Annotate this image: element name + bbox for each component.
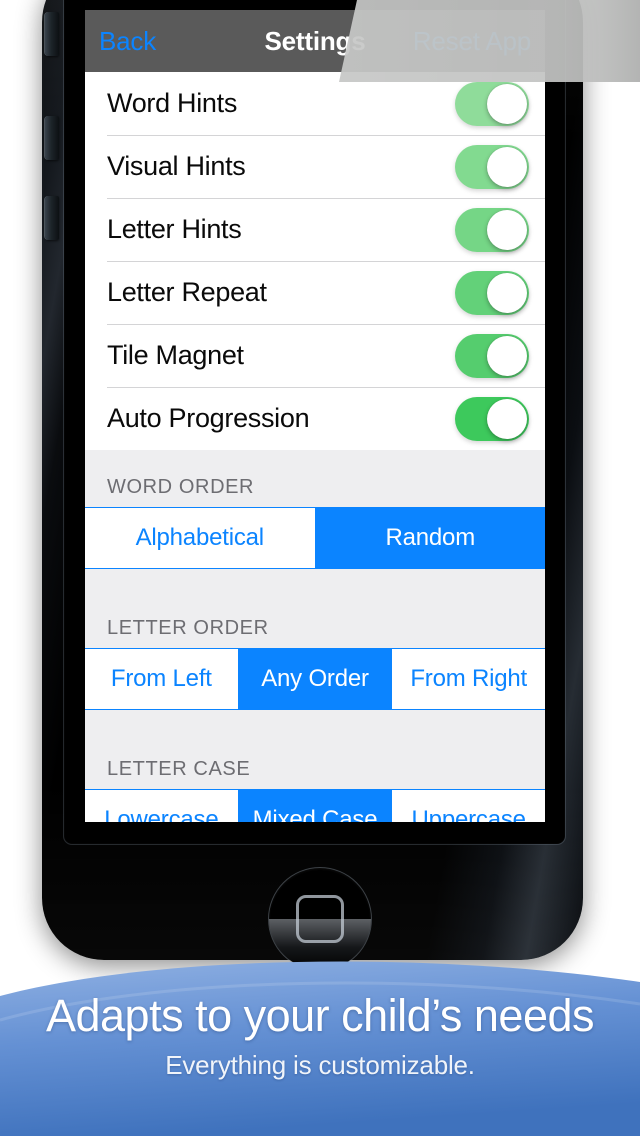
settings-row[interactable]: Auto Progression [85, 387, 545, 450]
home-button[interactable] [269, 868, 371, 970]
settings-row-label: Tile Magnet [107, 340, 244, 370]
settings-row[interactable]: Visual Hints [85, 135, 545, 198]
banner-subhead: Everything is customizable. [165, 1050, 475, 1080]
reset-app-button[interactable]: Reset App [413, 26, 531, 57]
segmented-control[interactable]: Alphabetical Random [85, 507, 545, 569]
segment-option[interactable]: Any Order [238, 649, 393, 709]
segmented-control[interactable]: Lowercase Mixed Case Uppercase [85, 789, 545, 822]
toggle-knob [487, 398, 527, 439]
banner-headline: Adapts to your child’s needs [45, 990, 595, 1041]
toggle-knob [487, 335, 527, 376]
segment-option[interactable]: Alphabetical [85, 508, 316, 568]
settings-toggle-list: Word Hints Visual Hints Letter Hints Letter… [85, 72, 545, 450]
segment-option[interactable]: Mixed Case [238, 790, 393, 822]
marketing-banner: Adapts to your child’s needs Everything … [0, 960, 640, 1136]
phone-screen: Back Settings Reset App Word Hints Visual… [85, 10, 545, 822]
settings-row-label: Word Hints [107, 88, 238, 118]
settings-row[interactable]: Letter Hints [85, 198, 545, 261]
segment-option[interactable]: Uppercase [392, 790, 545, 822]
section-header: WORD ORDER [85, 450, 545, 507]
settings-row[interactable]: Word Hints [85, 72, 545, 135]
toggle-switch[interactable] [455, 396, 529, 441]
segment-option[interactable]: From Left [85, 649, 239, 709]
banner-wave-shape [0, 961, 640, 1136]
settings-row[interactable]: Tile Magnet [85, 324, 545, 387]
segmented-control[interactable]: From Left Any Order From Right [85, 648, 545, 710]
toggle-knob [487, 83, 527, 124]
settings-row-label: Letter Hints [107, 214, 242, 244]
segmented-control-wrapper: Lowercase Mixed Case Uppercase [85, 789, 545, 822]
segmented-control-wrapper: From Left Any Order From Right [85, 648, 545, 732]
toggle-switch[interactable] [455, 333, 529, 378]
toggle-switch[interactable] [455, 207, 529, 252]
toggle-switch[interactable] [455, 81, 529, 126]
settings-row[interactable]: Letter Repeat [85, 261, 545, 324]
home-square-icon [296, 895, 344, 943]
toggle-knob [487, 272, 527, 313]
settings-row-label: Letter Repeat [107, 277, 267, 307]
mute-switch[interactable] [45, 12, 59, 56]
settings-row-label: Auto Progression [107, 403, 310, 433]
segment-option[interactable]: Lowercase [85, 790, 239, 822]
settings-row-label: Visual Hints [107, 151, 246, 181]
volume-down-button[interactable] [45, 196, 59, 240]
segmented-control-wrapper: Alphabetical Random [85, 507, 545, 591]
toggle-knob [487, 146, 527, 187]
section-header: LETTER ORDER [85, 591, 545, 648]
section-header: LETTER CASE [85, 732, 545, 789]
segment-option[interactable]: Random [315, 508, 545, 568]
toggle-switch[interactable] [455, 144, 529, 189]
toggle-knob [487, 209, 527, 250]
navigation-bar: Back Settings Reset App [85, 10, 545, 72]
segment-option[interactable]: From Right [392, 649, 545, 709]
toggle-switch[interactable] [455, 270, 529, 315]
screenshot-stage: Back Settings Reset App Word Hints Visual… [0, 0, 640, 1136]
volume-up-button[interactable] [45, 116, 59, 160]
settings-sections: WORD ORDER Alphabetical Random LETTER ORDER… [85, 450, 545, 822]
